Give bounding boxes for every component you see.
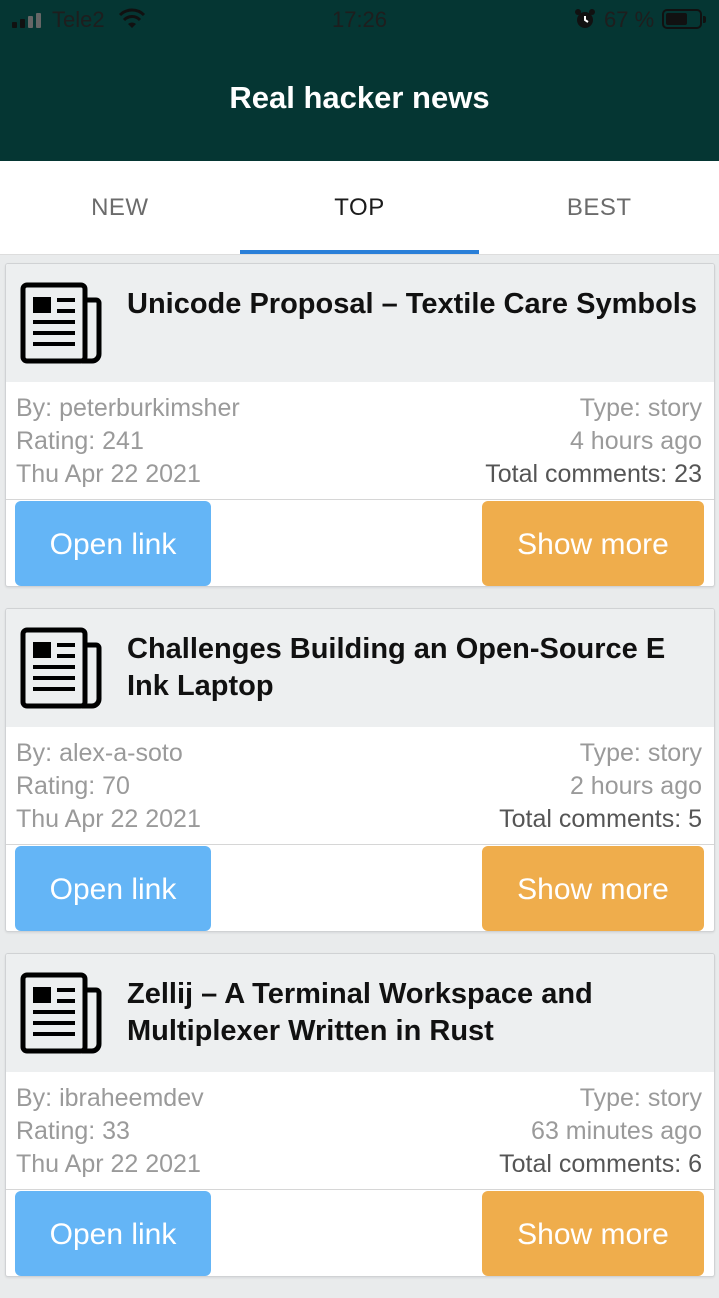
story-type: Type: story bbox=[579, 1084, 702, 1112]
tab-best[interactable]: BEST bbox=[479, 161, 719, 254]
story-card: Zellij – A Terminal Workspace and Multip… bbox=[5, 953, 715, 1277]
story-type: Type: story bbox=[579, 739, 702, 767]
tab-bar: NEW TOP BEST bbox=[0, 161, 719, 255]
story-meta-right: Type: story 2 hours ago Total comments: … bbox=[499, 737, 702, 836]
story-author: By: alex-a-soto bbox=[16, 739, 183, 767]
newspaper-icon bbox=[20, 972, 102, 1054]
story-rating: Rating: 241 bbox=[16, 427, 144, 455]
show-more-button[interactable]: Show more bbox=[482, 1191, 704, 1276]
story-comments: Total comments: 6 bbox=[499, 1150, 702, 1178]
show-more-button[interactable]: Show more bbox=[482, 846, 704, 931]
story-date: Thu Apr 22 2021 bbox=[16, 805, 201, 833]
story-comments: Total comments: 5 bbox=[499, 805, 702, 833]
story-rating: Rating: 33 bbox=[16, 1117, 130, 1145]
story-card-header: Zellij – A Terminal Workspace and Multip… bbox=[6, 954, 714, 1072]
divider bbox=[6, 499, 714, 500]
tab-top[interactable]: TOP bbox=[239, 161, 480, 254]
divider bbox=[6, 1189, 714, 1190]
story-comments: Total comments: 23 bbox=[485, 460, 702, 488]
story-date: Thu Apr 22 2021 bbox=[16, 1150, 201, 1178]
open-link-button[interactable]: Open link bbox=[15, 501, 211, 586]
story-card-header: Challenges Building an Open-Source E Ink… bbox=[6, 609, 714, 727]
story-title: Zellij – A Terminal Workspace and Multip… bbox=[127, 978, 593, 1047]
story-list: Unicode Proposal – Textile Care Symbols … bbox=[5, 263, 715, 1298]
story-meta-left: By: alex-a-soto Rating: 70 Thu Apr 22 20… bbox=[16, 737, 201, 836]
story-author: By: peterburkimsher bbox=[16, 394, 240, 422]
open-link-button[interactable]: Open link bbox=[15, 846, 211, 931]
battery-percent: 67 % bbox=[604, 7, 655, 32]
story-meta-left: By: peterburkimsher Rating: 241 Thu Apr … bbox=[16, 392, 240, 491]
show-more-button[interactable]: Show more bbox=[482, 501, 704, 586]
story-title: Unicode Proposal – Textile Care Symbols bbox=[127, 288, 697, 320]
app-header: Tele2 17:26 67 % Real hacker news bbox=[0, 0, 719, 161]
story-card-header: Unicode Proposal – Textile Care Symbols bbox=[6, 264, 714, 382]
open-link-button[interactable]: Open link bbox=[15, 1191, 211, 1276]
alarm-icon bbox=[575, 9, 595, 28]
newspaper-icon bbox=[20, 627, 102, 709]
newspaper-icon bbox=[20, 282, 102, 364]
story-meta-right: Type: story 63 minutes ago Total comment… bbox=[499, 1082, 702, 1181]
story-date: Thu Apr 22 2021 bbox=[16, 460, 201, 488]
story-card: Challenges Building an Open-Source E Ink… bbox=[5, 608, 715, 932]
story-meta-right: Type: story 4 hours ago Total comments: … bbox=[485, 392, 702, 491]
story-rating: Rating: 70 bbox=[16, 772, 130, 800]
story-title: Challenges Building an Open-Source E Ink… bbox=[127, 633, 666, 702]
story-meta-left: By: ibraheemdev Rating: 33 Thu Apr 22 20… bbox=[16, 1082, 204, 1181]
battery-icon bbox=[662, 9, 706, 29]
story-author: By: ibraheemdev bbox=[16, 1084, 204, 1112]
story-card: Unicode Proposal – Textile Care Symbols … bbox=[5, 263, 715, 587]
story-age: 2 hours ago bbox=[569, 772, 702, 800]
story-age: 4 hours ago bbox=[569, 427, 702, 455]
story-type: Type: story bbox=[579, 394, 702, 422]
status-bar: Tele2 17:26 67 % bbox=[0, 0, 719, 40]
page-title: Real hacker news bbox=[229, 80, 490, 115]
divider bbox=[6, 844, 714, 845]
story-age: 63 minutes ago bbox=[531, 1117, 702, 1145]
tab-new[interactable]: NEW bbox=[0, 161, 240, 254]
